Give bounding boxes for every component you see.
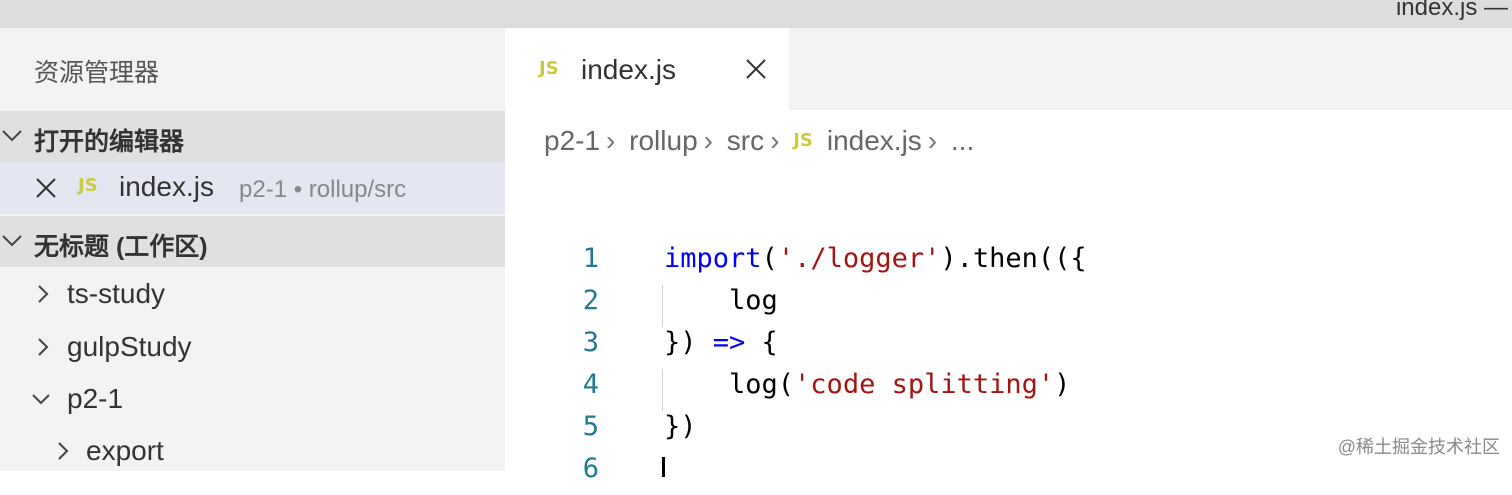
code-text: }) => { bbox=[664, 327, 778, 358]
code-line[interactable]: 2 log bbox=[505, 285, 1505, 327]
line-number: 3 bbox=[582, 327, 599, 358]
indent-guide bbox=[662, 369, 663, 411]
tab-index-js[interactable]: JS index.js bbox=[505, 28, 789, 110]
breadcrumb: p2-1 › rollup › src › JS index.js › ... bbox=[544, 123, 974, 157]
chevron-down-icon bbox=[2, 130, 22, 142]
line-number: 4 bbox=[582, 369, 599, 400]
code-line[interactable]: 6 bbox=[505, 453, 1505, 495]
open-editors-label: 打开的编辑器 bbox=[34, 128, 185, 156]
line-number: 2 bbox=[582, 285, 599, 316]
workspace-label: 无标题 (工作区) bbox=[34, 233, 208, 261]
tab-bar: JS index.js bbox=[505, 28, 1512, 110]
breadcrumb-item[interactable]: src bbox=[727, 125, 764, 157]
code-token: import bbox=[664, 243, 762, 274]
title-bar: index.js — bbox=[0, 0, 1512, 28]
code-token: ( bbox=[761, 243, 778, 274]
tab-label: index.js bbox=[581, 54, 676, 85]
chevron-right-icon: › bbox=[927, 124, 938, 156]
code-text: import('./logger').then(({ bbox=[664, 243, 1087, 274]
code-text: }) bbox=[664, 411, 697, 442]
breadcrumb-item[interactable]: index.js bbox=[827, 125, 922, 157]
open-editor-filename: index.js bbox=[119, 171, 214, 202]
code-token: './logger' bbox=[777, 243, 941, 274]
tree-item-p2-1[interactable]: p2-1 bbox=[0, 374, 505, 426]
chevron-right-icon bbox=[38, 285, 49, 303]
breadcrumb-item[interactable]: p2-1 bbox=[544, 125, 600, 157]
code-token: }) bbox=[664, 327, 713, 358]
code-token: }) bbox=[664, 411, 697, 442]
chevron-right-icon: › bbox=[770, 124, 780, 156]
watermark: @稀土掘金技术社区 bbox=[1337, 437, 1500, 457]
tree-item-ts-study[interactable]: ts-study bbox=[0, 269, 505, 321]
breadcrumb-item[interactable]: rollup bbox=[629, 125, 697, 157]
open-editors-section-header[interactable]: 打开的编辑器 bbox=[0, 111, 505, 162]
js-file-icon: JS bbox=[793, 130, 813, 152]
code-text: log bbox=[664, 285, 778, 316]
code-text: log('code splitting') bbox=[664, 369, 1070, 400]
chevron-right-icon: › bbox=[606, 124, 616, 156]
chevron-right-icon: › bbox=[703, 124, 713, 156]
js-file-icon: JS bbox=[539, 58, 559, 79]
chevron-down-icon bbox=[2, 235, 22, 247]
chevron-right-icon bbox=[58, 442, 69, 460]
code-token: => bbox=[712, 327, 746, 358]
tree-item-label: ts-study bbox=[67, 278, 166, 309]
code-token: { bbox=[745, 327, 778, 358]
tree-item-gulpstudy[interactable]: gulpStudy bbox=[0, 322, 505, 374]
tree-item-label: export bbox=[86, 435, 164, 466]
code-line[interactable]: 3}) => { bbox=[505, 327, 1505, 369]
line-number: 6 bbox=[582, 453, 599, 484]
code-token: log( bbox=[664, 369, 795, 400]
tree-item-export[interactable]: export bbox=[0, 426, 505, 478]
window-title: index.js — bbox=[1395, 0, 1508, 21]
code-line[interactable]: 4 log('code splitting') bbox=[505, 369, 1505, 411]
explorer-header: 资源管理器 bbox=[34, 59, 160, 87]
line-number: 5 bbox=[582, 411, 599, 442]
open-editor-item[interactable]: JS index.js p2-1 • rollup/src bbox=[0, 162, 505, 214]
open-editor-path: p2-1 • rollup/src bbox=[239, 176, 407, 203]
code-token: log bbox=[664, 285, 778, 316]
tree-item-label: gulpStudy bbox=[67, 331, 192, 362]
chevron-down-icon bbox=[32, 394, 50, 405]
close-icon[interactable] bbox=[745, 58, 767, 80]
breadcrumb-item[interactable]: ... bbox=[951, 125, 974, 157]
chevron-right-icon bbox=[38, 338, 49, 356]
code-line[interactable]: 1 import('./logger').then(({ bbox=[505, 243, 1505, 285]
line-number: 1 bbox=[582, 243, 599, 274]
text-cursor bbox=[662, 457, 665, 477]
tree-item-label: p2-1 bbox=[67, 383, 124, 414]
indent-guide bbox=[662, 285, 663, 327]
code-token: 'code splitting' bbox=[794, 369, 1055, 400]
code-token: ).then(({ bbox=[940, 243, 1087, 274]
js-file-icon: JS bbox=[78, 175, 98, 196]
workspace-section-header[interactable]: 无标题 (工作区) bbox=[0, 216, 505, 267]
editor-area: JS index.js p2-1 › rollup › src › JS index.j… bbox=[505, 28, 1512, 484]
explorer-sidebar: 资源管理器 打开的编辑器 JS index.js p2-1 • rollup/s… bbox=[0, 28, 505, 471]
close-icon[interactable] bbox=[34, 176, 58, 200]
code-token: ) bbox=[1054, 369, 1071, 400]
